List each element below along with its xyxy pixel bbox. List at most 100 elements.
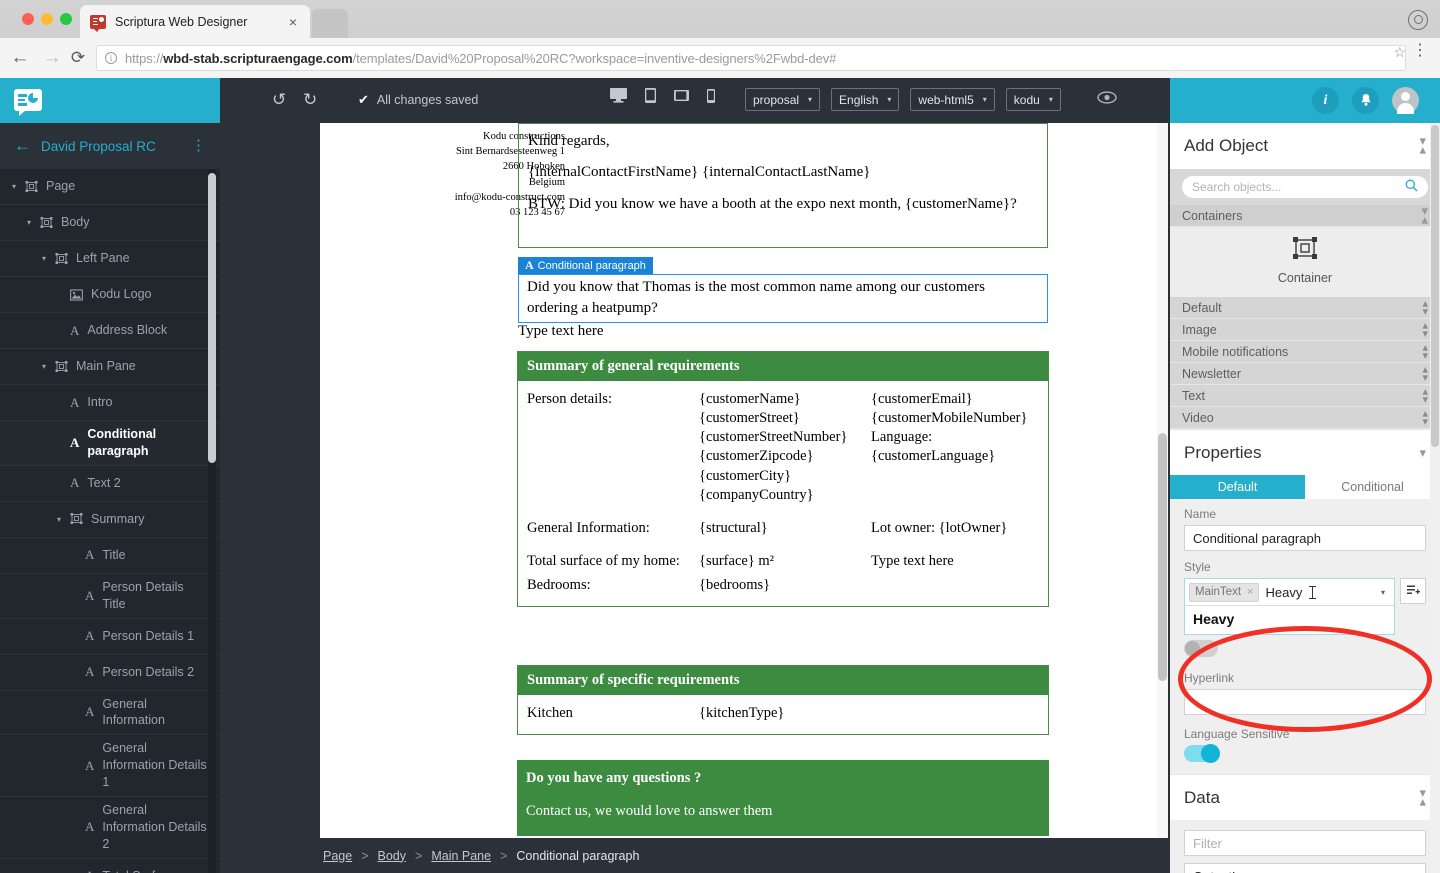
language-sensitive-toggle[interactable] <box>1184 744 1220 763</box>
tablet-icon[interactable] <box>645 88 656 103</box>
scriptura-logo-icon[interactable] <box>14 89 42 116</box>
bookmark-star-icon[interactable]: ☆ <box>1393 44 1406 61</box>
data-filter-field[interactable]: Filter <box>1184 830 1426 856</box>
avatar[interactable] <box>1392 87 1419 114</box>
tree-item-title[interactable]: A Title <box>0 538 220 574</box>
browser-menu-icon[interactable]: ⋮ <box>1412 41 1428 61</box>
style-combobox-input[interactable]: MainText × Heavy ▾ <box>1185 579 1394 605</box>
breadcrumb-item-page[interactable]: Page <box>323 849 352 863</box>
select-language[interactable]: English ▾ <box>831 88 900 111</box>
browser-profile-icon[interactable] <box>1408 10 1428 30</box>
tree-item-summary[interactable]: ▾ Summary <box>0 502 220 538</box>
category-containers[interactable]: Containers ▾ ▾ <box>1170 204 1440 229</box>
tab-close-icon[interactable]: × <box>286 14 300 30</box>
redo-icon[interactable]: ↻ <box>303 90 317 110</box>
search-icon[interactable] <box>1405 179 1418 195</box>
tree-item-address-block[interactable]: A Address Block <box>0 313 220 349</box>
chevron-down-icon[interactable]: ▾ <box>1381 588 1385 597</box>
expand-stepper-icon[interactable]: ▾ ▾ <box>1422 320 1428 340</box>
tree-item-intro[interactable]: A Intro <box>0 385 220 421</box>
sidebar-menu-icon[interactable]: ⋮ <box>191 138 206 153</box>
breadcrumb-item-body[interactable]: Body <box>378 849 407 863</box>
mobile-icon[interactable] <box>707 88 715 103</box>
tree-item-text-2[interactable]: A Text 2 <box>0 466 220 502</box>
category-image[interactable]: Image ▾ ▾ <box>1170 319 1440 341</box>
collapse-icon[interactable]: ▾ ▾ <box>1419 786 1426 811</box>
desktop-icon[interactable] <box>610 88 627 103</box>
address-bar[interactable]: i https://wbd-stab.scripturaengage.com/t… <box>96 45 1406 71</box>
collapse-icon[interactable]: ▾ ▾ <box>1421 204 1428 229</box>
close-icon[interactable]: × <box>1247 586 1253 598</box>
preview-eye-icon[interactable] <box>1097 91 1117 109</box>
summary-specific-block[interactable]: Summary of specific requirements Kitchen… <box>517 665 1049 736</box>
style-dropdown-option-heavy[interactable]: Heavy <box>1185 605 1394 634</box>
search-input[interactable] <box>1192 180 1405 194</box>
window-minimize-button[interactable] <box>41 13 53 25</box>
info-icon[interactable]: i <box>1312 87 1339 114</box>
tree-item-conditional-paragraph[interactable]: A Conditional paragraph <box>0 421 220 466</box>
tree-scrollbar-thumb[interactable] <box>208 173 216 463</box>
chevron-down-icon[interactable]: ▾ <box>53 515 65 524</box>
site-info-icon[interactable]: i <box>105 52 117 64</box>
tablet-landscape-icon[interactable] <box>674 90 689 101</box>
window-close-button[interactable] <box>22 13 34 25</box>
category-default[interactable]: Default ▾ ▾ <box>1170 297 1440 319</box>
select-channel[interactable]: web-html5 ▾ <box>910 88 995 111</box>
chevron-down-icon[interactable]: ▾ <box>38 254 50 263</box>
category-mobile-notifications[interactable]: Mobile notifications ▾ ▾ <box>1170 341 1440 363</box>
canvas-scrollbar-thumb[interactable] <box>1158 433 1167 681</box>
expand-stepper-icon[interactable]: ▾ ▾ <box>1422 364 1428 384</box>
category-newsletter[interactable]: Newsletter ▾ ▾ <box>1170 363 1440 385</box>
style-combobox[interactable]: MainText × Heavy ▾ Heavy <box>1184 578 1395 635</box>
reload-icon[interactable]: ⟳ <box>66 46 90 70</box>
tree-item-total-surface[interactable]: A Total Surface <box>0 859 220 873</box>
questions-block[interactable]: Do you have any questions ? Contact us, … <box>517 760 1049 836</box>
name-field[interactable]: Conditional paragraph <box>1184 525 1426 551</box>
breadcrumb-item-main-pane[interactable]: Main Pane <box>431 849 491 863</box>
container-object-icon[interactable] <box>1292 237 1318 265</box>
style-chip-maintext[interactable]: MainText × <box>1189 582 1260 602</box>
tree-item-person-details-title[interactable]: A Person Details Title <box>0 574 220 619</box>
tree-item-person-details-1[interactable]: A Person Details 1 <box>0 619 220 655</box>
tab-default[interactable]: Default <box>1170 475 1305 499</box>
tree-item-person-details-2[interactable]: A Person Details 2 <box>0 655 220 691</box>
tree-item-main-pane[interactable]: ▾ Main Pane <box>0 349 220 385</box>
select-brand[interactable]: kodu ▾ <box>1005 88 1061 111</box>
data-list-item-outputlang[interactable]: OutputLang <box>1184 863 1426 873</box>
tree-item-general-information-details-1[interactable]: A General Information Details 1 <box>0 735 220 797</box>
tree-item-general-information[interactable]: A General Information <box>0 691 220 736</box>
tab-conditional[interactable]: Conditional <box>1305 475 1440 499</box>
tree-item-general-information-details-2[interactable]: A General Information Details 2 <box>0 797 220 859</box>
collapse-icon[interactable]: ▾ <box>1419 446 1426 459</box>
style-toggle[interactable] <box>1184 640 1218 657</box>
tree-item-body[interactable]: ▾ Body <box>0 205 220 241</box>
add-style-icon[interactable] <box>1400 578 1426 604</box>
notifications-bell-icon[interactable] <box>1352 87 1379 114</box>
expand-stepper-icon[interactable]: ▾ ▾ <box>1422 298 1428 318</box>
select-output-type[interactable]: proposal ▾ <box>745 88 821 111</box>
document-page[interactable]: Kodu constructions Sint Bernardsesteenweg… <box>320 123 1160 841</box>
category-text[interactable]: Text ▾ ▾ <box>1170 385 1440 407</box>
tree-item-kodu-logo[interactable]: Kodu Logo <box>0 277 220 313</box>
chevron-down-icon[interactable]: ▾ <box>8 182 20 191</box>
forward-icon[interactable]: → <box>40 46 64 70</box>
chevron-down-icon[interactable]: ▾ <box>23 218 35 227</box>
chevron-down-icon[interactable]: ▾ <box>38 362 50 371</box>
search-objects-box[interactable] <box>1182 176 1428 198</box>
back-icon[interactable]: ← <box>8 46 32 70</box>
tree-item-page[interactable]: ▾ Page <box>0 169 220 205</box>
right-panel-scrollbar-thumb[interactable] <box>1431 125 1439 447</box>
new-tab-button[interactable] <box>312 9 348 38</box>
collapse-icon[interactable]: ▾ ▾ <box>1419 134 1426 159</box>
summary-general-block[interactable]: Summary of general requirements Person d… <box>517 351 1049 608</box>
expand-stepper-icon[interactable]: ▾ ▾ <box>1422 408 1428 428</box>
hyperlink-field[interactable] <box>1184 689 1426 715</box>
intro-text-object[interactable]: Kind regards, {internalContactFirstName}… <box>518 123 1048 248</box>
browser-tab[interactable]: Scriptura Web Designer × <box>80 5 310 38</box>
category-video[interactable]: Video ▾ ▾ <box>1170 407 1440 429</box>
back-arrow-icon[interactable]: ← <box>14 136 31 156</box>
expand-stepper-icon[interactable]: ▾ ▾ <box>1422 342 1428 362</box>
undo-icon[interactable]: ↺ <box>272 90 286 110</box>
expand-stepper-icon[interactable]: ▾ ▾ <box>1422 386 1428 406</box>
tree-item-left-pane[interactable]: ▾ Left Pane <box>0 241 220 277</box>
